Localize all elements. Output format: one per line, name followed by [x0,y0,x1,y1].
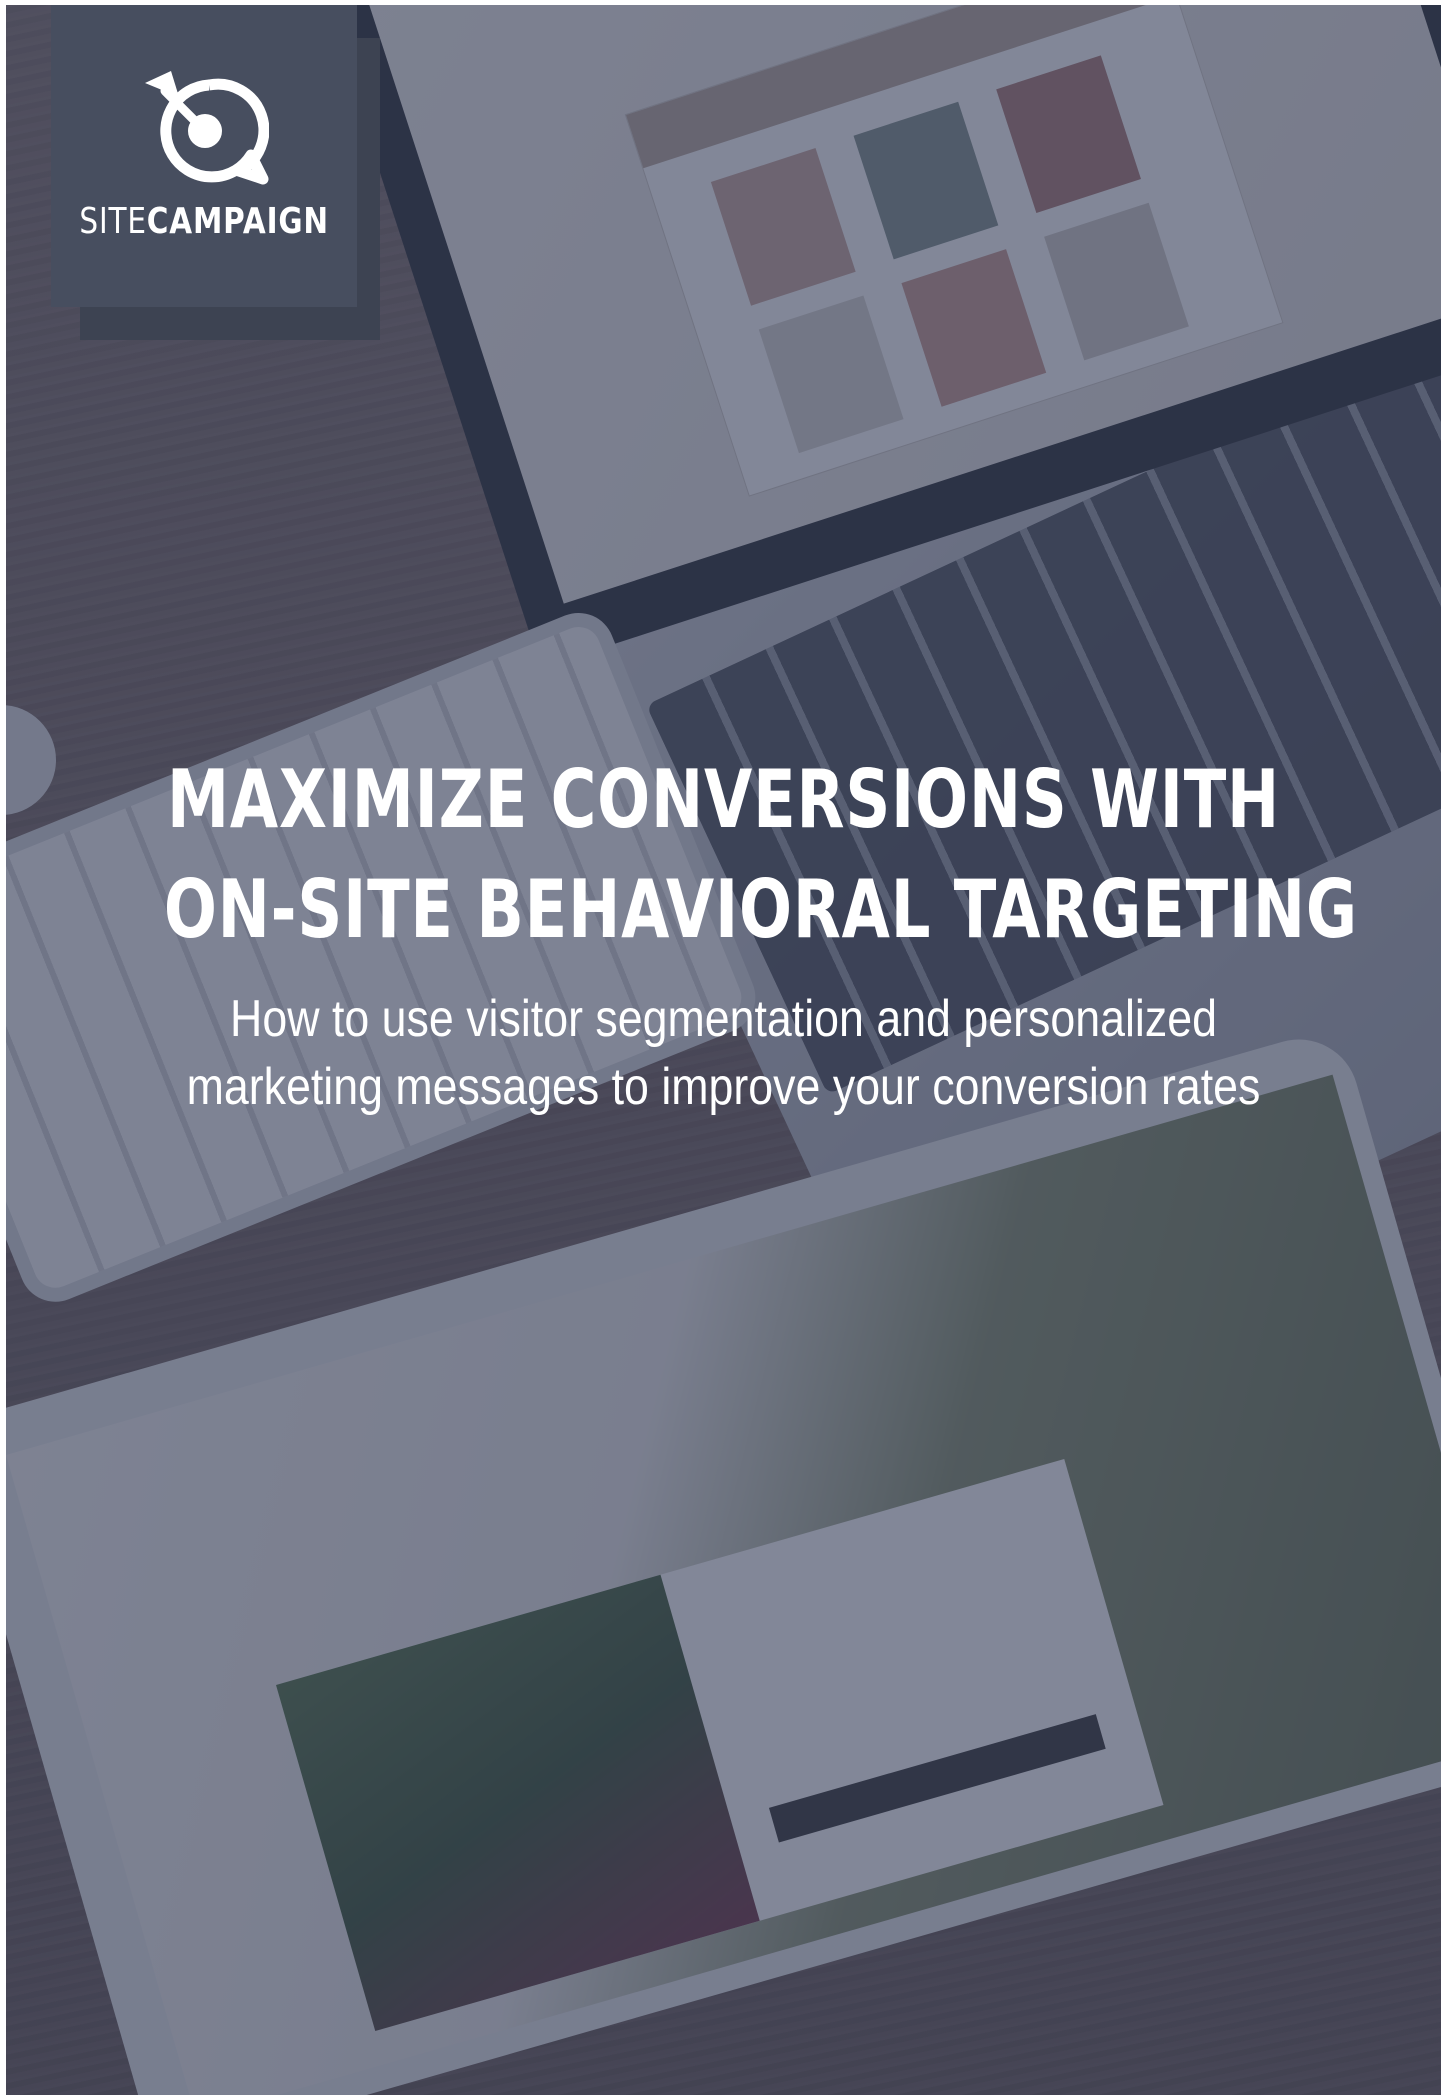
brand-name-bold: CAMPAIGN [146,201,329,242]
sitecampaign-target-icon [145,71,269,185]
brand-wordmark: SITECAMPAIGN [79,201,329,242]
cover-subtitle-line-1: How to use visitor segmentation and pers… [230,990,1217,1048]
brand-logo: SITECAMPAIGN [51,5,357,307]
cover-subtitle-line-2: marketing messages to improve your conve… [186,1058,1261,1116]
cover-title-line-2: ON-SITE BEHAVIORAL TARGETING [163,863,1358,956]
cover-subtitle: How to use visitor segmentation and pers… [6,985,1441,1121]
cover-page: SITECAMPAIGN MAXIMIZE CONVERSIONS WITH O… [6,5,1441,2095]
cover-title-line-1: MAXIMIZE CONVERSIONS WITH [166,753,1281,846]
brand-name-light: SITE [79,201,147,242]
cover-title: MAXIMIZE CONVERSIONS WITH ON-SITE BEHAVI… [6,745,1441,965]
